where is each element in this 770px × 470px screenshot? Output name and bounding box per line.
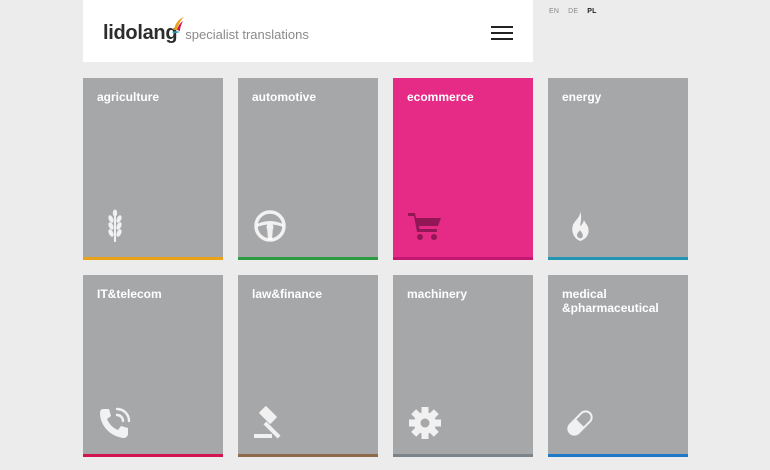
- tile-color-bar: [393, 454, 533, 457]
- tile-color-bar: [393, 257, 533, 260]
- lang-en[interactable]: EN: [549, 8, 559, 15]
- tile-automotive[interactable]: automotive: [238, 78, 378, 260]
- shopping-cart-icon: [408, 213, 441, 240]
- tile-medical-pharmaceutical[interactable]: medical &pharmaceutical: [548, 275, 688, 457]
- tagline: specialist translations: [185, 27, 309, 42]
- gear-icon: [409, 407, 441, 439]
- tile-label: IT&telecom: [97, 287, 162, 301]
- language-switcher: EN DE PL: [549, 8, 597, 15]
- logo[interactable]: lidolang specialist translations: [103, 22, 309, 48]
- tile-color-bar: [548, 454, 688, 457]
- tile-machinery[interactable]: machinery: [393, 275, 533, 457]
- steering-wheel-icon: [254, 210, 286, 242]
- tile-color-bar: [238, 257, 378, 260]
- gavel-icon: [254, 406, 281, 439]
- pill-icon: [567, 410, 593, 436]
- tile-label: machinery: [407, 287, 468, 301]
- lang-pl[interactable]: PL: [587, 8, 596, 15]
- tile-color-bar: [238, 454, 378, 457]
- header: lidolang specialist translations: [83, 0, 533, 62]
- tile-energy[interactable]: energy: [548, 78, 688, 260]
- tile-color-bar: [548, 257, 688, 260]
- tile-color-bar: [83, 257, 223, 260]
- tile-label: automotive: [252, 90, 317, 104]
- lang-de[interactable]: DE: [568, 8, 578, 15]
- phone-icon: [100, 407, 131, 438]
- tile-label: agriculture: [97, 90, 160, 104]
- menu-icon[interactable]: [491, 26, 513, 40]
- flame-icon: [572, 211, 589, 241]
- tile-label: energy: [562, 90, 602, 104]
- tile-label: ecommerce: [407, 90, 474, 104]
- tile-color-bar: [83, 454, 223, 457]
- tile-ecommerce[interactable]: ecommerce: [393, 78, 533, 260]
- logo-wordmark: lidolang: [103, 22, 178, 44]
- tile-agriculture[interactable]: agriculture: [83, 78, 223, 260]
- tile-law-finance[interactable]: law&finance: [238, 275, 378, 457]
- tile-label: medical &pharmaceutical: [562, 287, 659, 315]
- tile-it-telecom[interactable]: IT&telecom: [83, 275, 223, 457]
- tile-label: law&finance: [252, 287, 323, 301]
- logo-swoosh-icon: [172, 17, 184, 34]
- wheat-icon: [108, 209, 122, 242]
